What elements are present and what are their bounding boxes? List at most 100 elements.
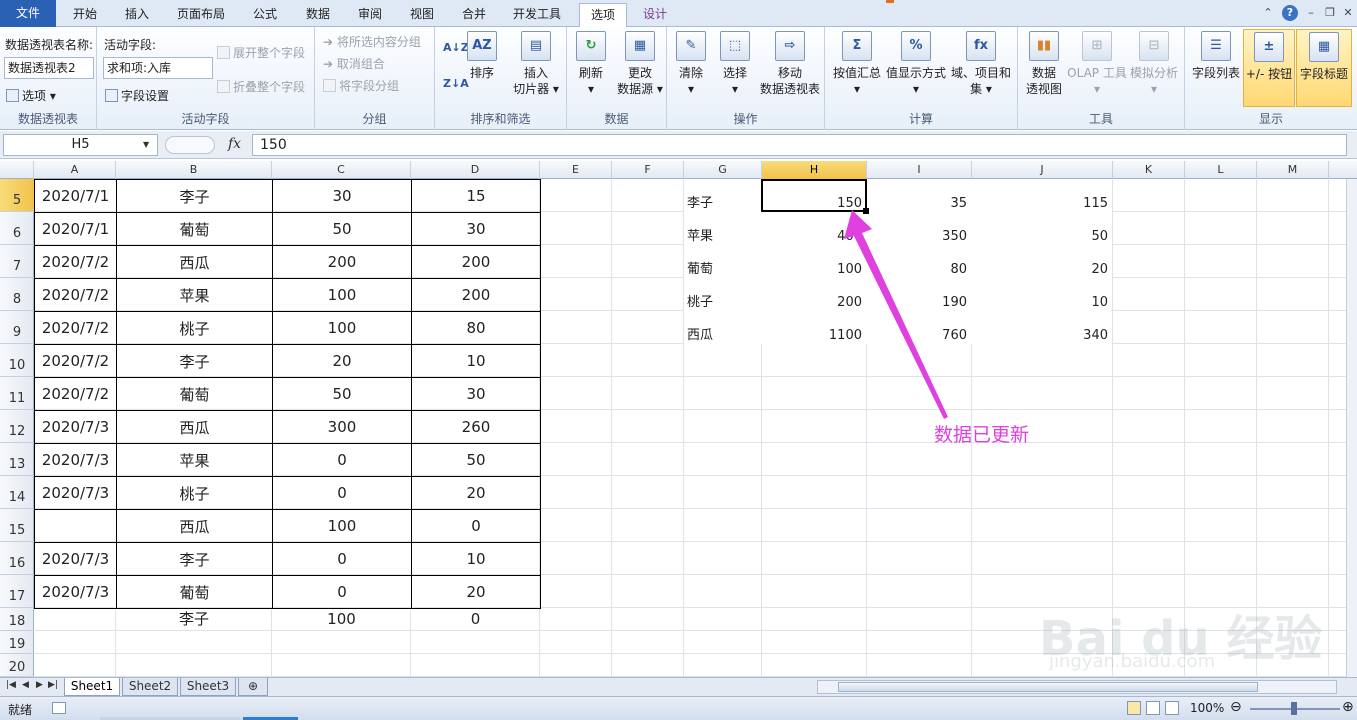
cell-c18[interactable]: 100 [272, 608, 411, 630]
table-cell[interactable]: 200 [411, 278, 541, 312]
row-header-5[interactable]: 5 [0, 179, 34, 212]
group-selection-button[interactable]: ➔ 将所选内容分组 [323, 33, 421, 50]
pivot-name-input[interactable]: 数据透视表2 [4, 57, 94, 79]
row-header-12[interactable]: 12 [0, 410, 34, 443]
column-header-k[interactable]: K [1113, 161, 1185, 179]
ungroup-button[interactable]: ➔ 取消组合 [323, 55, 385, 72]
pivot-row-label[interactable]: 西瓜 [687, 319, 760, 352]
row-header-14[interactable]: 14 [0, 476, 34, 509]
column-header-g[interactable]: G [684, 161, 762, 179]
table-cell[interactable]: 2020/7/3 [34, 542, 117, 576]
table-cell[interactable]: 苹果 [116, 278, 273, 312]
pivot-chart-button[interactable]: ▮▮ 数据 透视图 [1022, 31, 1066, 97]
row-header-20[interactable]: 20 [0, 654, 34, 677]
insert-slicer-button[interactable]: ▤ 插入 切片器 ▾ [509, 31, 563, 97]
table-cell[interactable]: 20 [272, 344, 412, 378]
help-icon[interactable]: ? [1282, 5, 1298, 21]
table-cell[interactable] [34, 509, 117, 543]
tab-data[interactable]: 数据 [293, 3, 343, 27]
table-cell[interactable]: 西瓜 [116, 245, 273, 279]
horizontal-scrollbar[interactable] [817, 680, 1337, 694]
cell-d18[interactable]: 0 [411, 608, 540, 630]
table-cell[interactable]: 100 [272, 278, 412, 312]
insert-sheet-icon[interactable]: ⊕ [238, 678, 268, 696]
row-header-19[interactable]: 19 [0, 631, 34, 654]
move-pivot-button[interactable]: ⇨ 移动 数据透视表 [757, 31, 823, 97]
row-header-7[interactable]: 7 [0, 245, 34, 278]
column-header-l[interactable]: L [1185, 161, 1257, 179]
pivot-row-label[interactable]: 葡萄 [687, 253, 760, 286]
table-cell[interactable]: 0 [272, 476, 412, 510]
tab-home[interactable]: 开始 [60, 3, 110, 27]
minimize-window-icon[interactable]: – [1303, 5, 1319, 21]
table-cell[interactable]: 2020/7/3 [34, 476, 117, 510]
table-cell[interactable]: 10 [411, 542, 541, 576]
minimize-ribbon-icon[interactable]: ⌃ [1260, 5, 1276, 21]
table-cell[interactable]: 30 [411, 377, 541, 411]
row-header-8[interactable]: 8 [0, 278, 34, 311]
zoom-slider-thumb[interactable] [1291, 702, 1297, 715]
refresh-button[interactable]: ↻ 刷新 ▾ [573, 31, 609, 97]
row-header-6[interactable]: 6 [0, 212, 34, 245]
collapse-field-button[interactable]: 折叠整个字段 [217, 78, 305, 95]
table-cell[interactable]: 李子 [116, 344, 273, 378]
table-cell[interactable]: 2020/7/2 [34, 278, 117, 312]
row-header-13[interactable]: 13 [0, 443, 34, 476]
table-cell[interactable]: 西瓜 [116, 410, 273, 444]
show-values-as-button[interactable]: % 值显示方式 ▾ [885, 31, 947, 97]
table-cell[interactable]: 300 [272, 410, 412, 444]
pivot-row-label[interactable]: 苹果 [687, 220, 760, 253]
row-header-16[interactable]: 16 [0, 542, 34, 575]
clear-button[interactable]: ✎ 清除 ▾ [673, 31, 709, 97]
table-cell[interactable]: 15 [411, 179, 541, 213]
table-cell[interactable]: 200 [272, 245, 412, 279]
change-source-button[interactable]: ▦ 更改 数据源 ▾ [615, 31, 665, 97]
column-header-h[interactable]: H [762, 161, 867, 179]
pivot-row-label[interactable]: 桃子 [687, 286, 760, 319]
row-header-17[interactable]: 17 [0, 575, 34, 608]
plus-minus-buttons-toggle[interactable]: ± +/- 按钮 [1243, 29, 1295, 107]
formula-input[interactable]: 150 [252, 134, 1347, 156]
field-settings-button[interactable]: 字段设置 [105, 87, 169, 104]
table-cell[interactable]: 2020/7/3 [34, 575, 117, 609]
table-cell[interactable]: 2020/7/1 [34, 179, 117, 213]
table-cell[interactable]: 苹果 [116, 443, 273, 477]
table-cell[interactable]: 260 [411, 410, 541, 444]
pivot-row-label[interactable]: 李子 [687, 187, 760, 220]
table-cell[interactable]: 2020/7/2 [34, 344, 117, 378]
tab-options[interactable]: 选项 [579, 3, 627, 27]
insert-function-icon[interactable]: fx [228, 136, 241, 152]
table-cell[interactable]: 10 [411, 344, 541, 378]
table-cell[interactable]: 0 [411, 509, 541, 543]
tab-merge[interactable]: 合并 [449, 3, 499, 27]
table-cell[interactable]: 葡萄 [116, 575, 273, 609]
table-cell[interactable]: 0 [272, 542, 412, 576]
select-button[interactable]: ⬚ 选择 ▾ [717, 31, 753, 97]
field-headers-toggle[interactable]: ▦ 字段标题 [1296, 29, 1352, 107]
tab-review[interactable]: 审阅 [345, 3, 395, 27]
table-cell[interactable]: 葡萄 [116, 212, 273, 246]
vertical-scrollbar[interactable] [1346, 179, 1357, 677]
select-all-corner[interactable] [0, 161, 34, 179]
row-header-10[interactable]: 10 [0, 344, 34, 377]
table-cell[interactable]: 2020/7/2 [34, 377, 117, 411]
table-cell[interactable]: 0 [272, 443, 412, 477]
next-sheet-icon[interactable]: ▶ [36, 680, 43, 690]
table-cell[interactable]: 2020/7/2 [34, 245, 117, 279]
macro-record-icon[interactable] [52, 702, 66, 714]
cell-b18[interactable]: 李子 [116, 608, 272, 630]
table-cell[interactable]: 50 [272, 377, 412, 411]
table-cell[interactable]: 100 [272, 311, 412, 345]
group-field-button[interactable]: 将字段分组 [323, 77, 399, 94]
tab-design[interactable]: 设计 [632, 3, 678, 27]
worksheet-grid[interactable]: 2020/7/1 李子 30 15 2020/7/1 葡萄 50 30 2020/7/2 西瓜 20… [34, 179, 1357, 677]
pivot-options-button[interactable]: 选项 ▾ [6, 87, 56, 104]
row-header-18[interactable]: 18 [0, 608, 34, 631]
column-header-e[interactable]: E [540, 161, 612, 179]
first-sheet-icon[interactable]: |◀ [6, 680, 16, 690]
column-header-d[interactable]: D [411, 161, 540, 179]
sheet-tab-sheet1[interactable]: Sheet1 [64, 678, 120, 696]
table-cell[interactable]: 200 [411, 245, 541, 279]
column-header-b[interactable]: B [116, 161, 272, 179]
fields-items-sets-button[interactable]: fx 域、项目和集 ▾ [949, 31, 1013, 97]
